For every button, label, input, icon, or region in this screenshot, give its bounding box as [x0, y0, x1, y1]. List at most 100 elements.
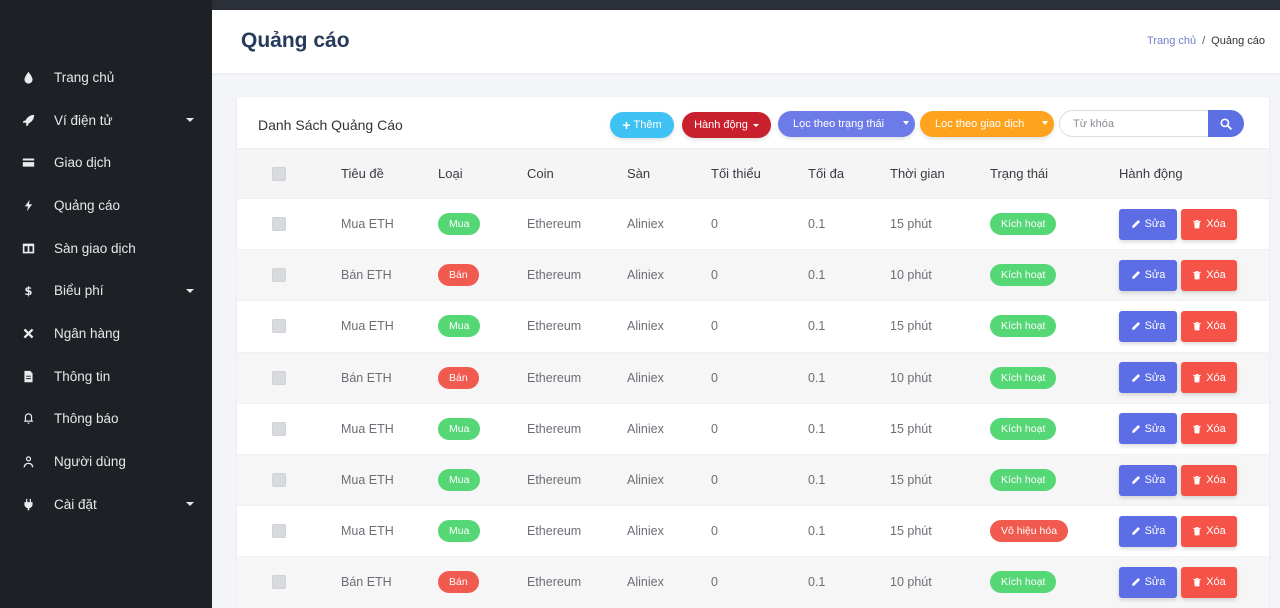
sidebar-item[interactable]: Sàn giao dịch [0, 227, 212, 270]
status-badge: Kích hoạt [990, 469, 1057, 492]
edit-button[interactable]: Sửa [1119, 515, 1177, 547]
coin-cell: Ethereum [527, 217, 582, 232]
user-icon [21, 455, 35, 469]
type-cell: Bán [438, 353, 479, 403]
header-type: Loại [438, 166, 463, 181]
row-checkbox[interactable] [272, 575, 286, 590]
row-checkbox[interactable] [272, 473, 286, 488]
edit-button[interactable]: Sửa [1119, 464, 1177, 496]
table-row: Mua ETH Mua Ethereum Aliniex 0 0.1 15 phút Kích… [237, 199, 1269, 251]
row-checkbox[interactable] [272, 217, 286, 232]
min-cell: 0 [711, 217, 718, 232]
add-button[interactable]: + Thêm [610, 112, 674, 138]
status-cell: Kích hoạt [990, 250, 1057, 300]
breadcrumb: Trang chủ / Quảng cáo [1147, 35, 1265, 47]
delete-button[interactable]: Xóa [1181, 566, 1237, 598]
time-cell: 15 phút [890, 217, 932, 232]
row-checkbox-cell [272, 353, 286, 403]
row-checkbox[interactable] [272, 268, 286, 283]
max-cell: 0.1 [808, 319, 826, 334]
actions-cell: Sửa Xóa [1119, 250, 1237, 300]
header-status: Trạng thái [990, 166, 1049, 181]
table-row: Mua ETH Mua Ethereum Aliniex 0 0.1 15 phút Kích… [237, 301, 1269, 353]
exchange-cell: Aliniex [627, 524, 664, 539]
rocket-icon [21, 113, 35, 127]
edit-button-label: Sửa [1144, 474, 1166, 487]
row-checkbox[interactable] [272, 319, 286, 334]
coin-cell: Ethereum [527, 575, 582, 590]
sidebar-item[interactable]: Cài đặt [0, 483, 212, 526]
sidebar-item[interactable]: $ Biểu phí [0, 269, 212, 312]
exchange-cell: Aliniex [627, 575, 664, 590]
select-arrow-icon [903, 121, 909, 125]
row-checkbox[interactable] [272, 370, 286, 385]
edit-button-label: Sửa [1144, 525, 1166, 538]
row-checkbox[interactable] [272, 524, 286, 539]
delete-button-label: Xóa [1206, 371, 1226, 384]
pencil-icon [1131, 526, 1145, 536]
actions-cell: Sửa Xóa [1119, 506, 1237, 556]
trash-icon [1192, 373, 1206, 383]
edit-button[interactable]: Sửa [1119, 413, 1177, 445]
pencil-icon [1131, 321, 1145, 331]
edit-button[interactable]: Sửa [1119, 566, 1177, 598]
delete-button[interactable]: Xóa [1181, 413, 1237, 445]
exchange-cell: Aliniex [627, 473, 664, 488]
type-badge: Bán [438, 264, 479, 287]
sidebar-item[interactable]: Giao dịch [0, 141, 212, 184]
sidebar-item[interactable]: Trang chủ [0, 56, 212, 99]
search-button[interactable] [1208, 110, 1244, 137]
bulk-action-label: Hành động [694, 119, 748, 131]
ad-title: Bán ETH [341, 370, 392, 385]
edit-button[interactable]: Sửa [1119, 310, 1177, 342]
edit-button[interactable]: Sửa [1119, 362, 1177, 394]
actions-cell: Sửa Xóa [1119, 557, 1237, 607]
delete-button[interactable]: Xóa [1181, 362, 1237, 394]
sidebar-item[interactable]: Ngân hàng [0, 312, 212, 355]
delete-button[interactable]: Xóa [1181, 464, 1237, 496]
delete-button-label: Xóa [1206, 525, 1226, 538]
min-cell: 0 [711, 524, 718, 539]
sidebar-item[interactable]: Quảng cáo [0, 184, 212, 227]
sidebar-item[interactable]: Ví điện tử [0, 99, 212, 142]
trash-icon [1192, 270, 1206, 280]
filter-status-select[interactable]: Lọc theo trạng thái [778, 111, 915, 137]
status-badge: Kích hoạt [990, 264, 1057, 287]
search-input[interactable] [1059, 110, 1209, 137]
delete-button[interactable]: Xóa [1181, 259, 1237, 291]
sidebar-item[interactable]: Thông tin [0, 355, 212, 398]
table-header-row: Tiêu đề Loại Coin Sàn Tối thiểu Tối đa T… [237, 148, 1269, 199]
edit-button[interactable]: Sửa [1119, 208, 1177, 240]
delete-button[interactable]: Xóa [1181, 515, 1237, 547]
actions-cell: Sửa Xóa [1119, 353, 1237, 403]
filter-trade-select[interactable]: Lọc theo giao dịch [920, 111, 1054, 137]
sidebar: Trang chủ Ví điện tử Giao dịch Quảng cáo Sàn… [0, 0, 212, 608]
sidebar-item[interactable]: Thông báo [0, 398, 212, 441]
max-cell: 0.1 [808, 575, 826, 590]
delete-button[interactable]: Xóa [1181, 310, 1237, 342]
edit-button[interactable]: Sửa [1119, 259, 1177, 291]
header-time: Thời gian [890, 166, 945, 181]
delete-button[interactable]: Xóa [1181, 208, 1237, 240]
dollar-icon: $ [21, 284, 35, 298]
select-all-checkbox[interactable] [272, 166, 286, 181]
caret-down-icon [186, 288, 194, 293]
table-row: Mua ETH Mua Ethereum Aliniex 0 0.1 15 phút Kích… [237, 403, 1269, 455]
sidebar-item-label: Giao dịch [54, 155, 112, 171]
pencil-icon [1131, 424, 1145, 434]
sidebar-item[interactable]: Người dùng [0, 440, 212, 483]
edit-button-label: Sửa [1144, 576, 1166, 589]
type-cell: Bán [438, 557, 479, 607]
sidebar-item-label: Ngân hàng [54, 325, 121, 341]
row-checkbox-cell [272, 455, 286, 505]
trash-icon [1192, 526, 1206, 536]
type-badge: Bán [438, 571, 479, 594]
bulk-action-dropdown[interactable]: Hành động [682, 112, 771, 138]
breadcrumb-home-link[interactable]: Trang chủ [1147, 35, 1196, 47]
caret-down-icon [752, 123, 759, 127]
row-checkbox[interactable] [272, 421, 286, 436]
actions-cell: Sửa Xóa [1119, 301, 1237, 351]
coin-cell: Ethereum [527, 524, 582, 539]
header-title: Tiêu đề [341, 166, 384, 181]
sidebar-item-label: Thông tin [54, 368, 111, 384]
